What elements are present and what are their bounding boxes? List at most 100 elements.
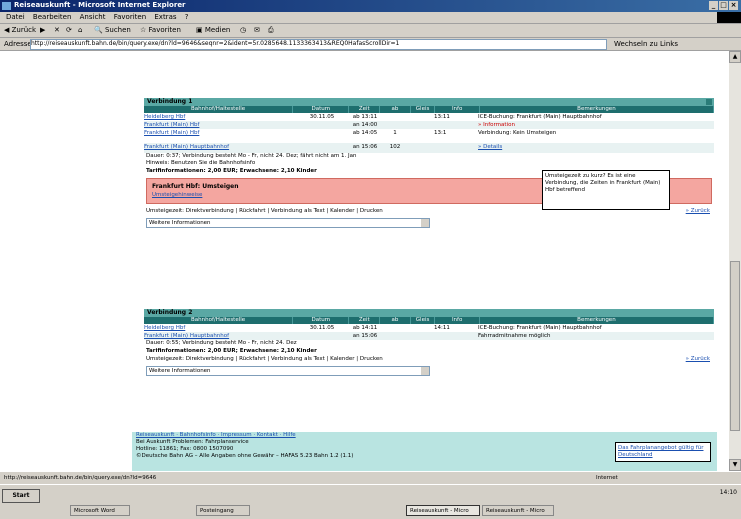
home-button[interactable]: ⌂ (78, 26, 82, 34)
menu-edit[interactable]: Bearbeiten (33, 13, 71, 21)
options-links[interactable]: Umsteigezeit: Direktverbindung | Rückfah… (146, 208, 383, 214)
notes-cell: Verbindung: Kein Umsteigen (478, 130, 557, 136)
minimize-button[interactable]: _ (709, 1, 718, 10)
col-time: Zeit (349, 317, 381, 324)
station-link[interactable]: Frankfurt (Main) Hbf (144, 121, 294, 129)
time-cell: ab 14:05 (352, 130, 378, 136)
footer-offer-link[interactable]: Das Fahrplanangebot gültig für Deutschla… (615, 442, 711, 462)
dep-cell (380, 121, 410, 129)
col-date: Datum (293, 106, 350, 113)
chevron-down-icon (421, 367, 429, 375)
date-cell (294, 121, 350, 129)
history-button[interactable]: ◷ (240, 26, 246, 34)
task-button[interactable]: Reiseauskunft - Micro (406, 505, 480, 516)
back-link[interactable]: » Zurück (686, 207, 710, 216)
menu-view[interactable]: Ansicht (80, 13, 106, 21)
date-cell: 30.11.05 (309, 325, 335, 331)
col-station: Bahnhof/Haltestelle (144, 317, 294, 324)
station-link[interactable]: Heidelberg Hbf (144, 113, 294, 121)
table-header: Bahnhof/Haltestelle Datum Zeit ab Gleis … (144, 317, 714, 324)
panel-header: Verbindung 2 (144, 309, 714, 317)
col-notes: Bemerkungen (480, 106, 714, 113)
taskbar: Start Microsoft Word Posteingang Reiseau… (0, 484, 741, 519)
alert-title: Frankfurt Hbf: Umsteigen (152, 183, 239, 190)
print-button[interactable]: ⎙ (268, 26, 274, 35)
links-button[interactable]: Links (660, 40, 678, 48)
menu-help[interactable]: ? (185, 13, 189, 21)
station-link[interactable]: Heidelberg Hbf (144, 324, 294, 332)
info-cell (434, 121, 478, 129)
menu-bar: Datei Bearbeiten Ansicht Favoriten Extra… (0, 12, 741, 24)
mail-button[interactable]: ✉ (254, 26, 260, 34)
address-input[interactable]: http://reiseauskunft.bahn.de/bin/query.e… (30, 39, 607, 50)
time-cell: ab 13:11 (352, 114, 378, 120)
info-cell (434, 332, 478, 340)
forward-button[interactable]: ▶ (40, 26, 45, 34)
time-cell: ab 14:11 (352, 325, 378, 331)
scroll-thumb[interactable] (730, 261, 740, 431)
notes-cell: ICE-Buchung: Frankfurt (Main) Hauptbahnh… (478, 325, 602, 331)
date-cell (294, 129, 350, 143)
scroll-down-icon[interactable]: ▼ (729, 459, 741, 471)
page-content: Verbindung 1 Bahnhof/Haltestelle Datum Z… (0, 51, 729, 471)
windows-logo-icon (717, 12, 741, 23)
track-cell (410, 121, 434, 129)
go-button[interactable]: Wechseln zu (614, 40, 658, 48)
maximize-button[interactable]: □ (719, 1, 728, 10)
alert-link[interactable]: Umsteigehinweise (152, 192, 202, 198)
duration-note: Dauer: 0:37; Verbindung besteht Mo - Fr,… (146, 153, 357, 159)
chevron-down-icon (421, 219, 429, 227)
scroll-up-icon[interactable]: ▲ (729, 51, 741, 63)
collapse-icon[interactable] (706, 99, 712, 105)
notes-cell: Fahrradmitnahme möglich (478, 333, 551, 339)
time-cell: an 15:06 (352, 144, 378, 150)
col-dep: ab (380, 317, 411, 324)
station-link[interactable]: Frankfurt (Main) Hauptbahnhof (144, 332, 294, 340)
notes-link[interactable]: » Information (478, 121, 714, 129)
col-track: Gleis (411, 317, 436, 324)
refresh-button[interactable]: ⟳ (66, 26, 72, 34)
col-notes: Bemerkungen (480, 317, 714, 324)
date-cell: 30.11.05 (309, 114, 335, 120)
col-info: Info (435, 106, 480, 113)
connection-panel-2: Verbindung 2 Bahnhof/Haltestelle Datum Z… (144, 309, 714, 378)
details-link[interactable]: » Details (478, 143, 714, 153)
col-dep: ab (380, 106, 411, 113)
menu-tools[interactable]: Extras (154, 13, 176, 21)
dep-cell: 1 (393, 130, 397, 136)
options-links[interactable]: Umsteigezeit: Direktverbindung | Rückfah… (146, 356, 383, 362)
media-button[interactable]: ▣ Medien (196, 26, 230, 34)
hint-note: Hinweis: Benutzen Sie die Bahnhofsinfo (146, 160, 256, 166)
favorites-button[interactable]: ☆ Favoriten (140, 26, 181, 34)
tariff-info: Tarifinformationen: 2,00 EUR; Erwachsene… (146, 348, 317, 354)
close-button[interactable]: × (729, 1, 738, 10)
station-link[interactable]: Frankfurt (Main) Hbf (144, 129, 294, 143)
info-select[interactable]: Weitere Informationen (146, 366, 430, 376)
track-cell (410, 129, 434, 143)
footer-links[interactable]: Reiseauskunft · Bahnhofsinfo · Impressum… (136, 432, 717, 439)
menu-file[interactable]: Datei (6, 13, 25, 21)
start-button[interactable]: Start (2, 489, 40, 503)
task-button[interactable]: Reiseauskunft - Micro (482, 505, 554, 516)
task-button[interactable]: Microsoft Word (70, 505, 130, 516)
toolbar: ◀ Zurück ▶ ✕ ⟳ ⌂ 🔍 Suchen ☆ Favoriten ▣ … (0, 24, 741, 38)
vertical-scrollbar[interactable]: ▲ ▼ (729, 51, 741, 471)
info-cell: 13:11 (434, 114, 450, 120)
back-link[interactable]: » Zurück (686, 355, 710, 364)
date-cell (294, 143, 350, 153)
stop-button[interactable]: ✕ (54, 26, 60, 34)
info-select[interactable]: Weitere Informationen (146, 218, 430, 228)
connection-panel-1: Verbindung 1 Bahnhof/Haltestelle Datum Z… (144, 98, 714, 230)
status-text: http://reiseauskunft.bahn.de/bin/query.e… (4, 475, 157, 481)
table-row: Frankfurt (Main) Hbf ab 14:05 1 13:1 Ver… (144, 129, 714, 143)
back-button[interactable]: ◀ Zurück (4, 26, 36, 34)
title-bar: Reiseauskunft - Microsoft Internet Explo… (0, 0, 741, 12)
menu-favorites[interactable]: Favoriten (114, 13, 146, 21)
task-button[interactable]: Posteingang (196, 505, 250, 516)
search-button[interactable]: 🔍 Suchen (94, 26, 131, 34)
table-row: Frankfurt (Main) Hauptbahnhof an 15:06 F… (144, 332, 714, 340)
station-link[interactable]: Frankfurt (Main) Hauptbahnhof (144, 143, 294, 153)
info-cell: 14:11 (434, 325, 450, 331)
panel-header: Verbindung 1 (144, 98, 714, 106)
table-row: Heidelberg Hbf 30.11.05 ab 14:11 14:11 I… (144, 324, 714, 332)
